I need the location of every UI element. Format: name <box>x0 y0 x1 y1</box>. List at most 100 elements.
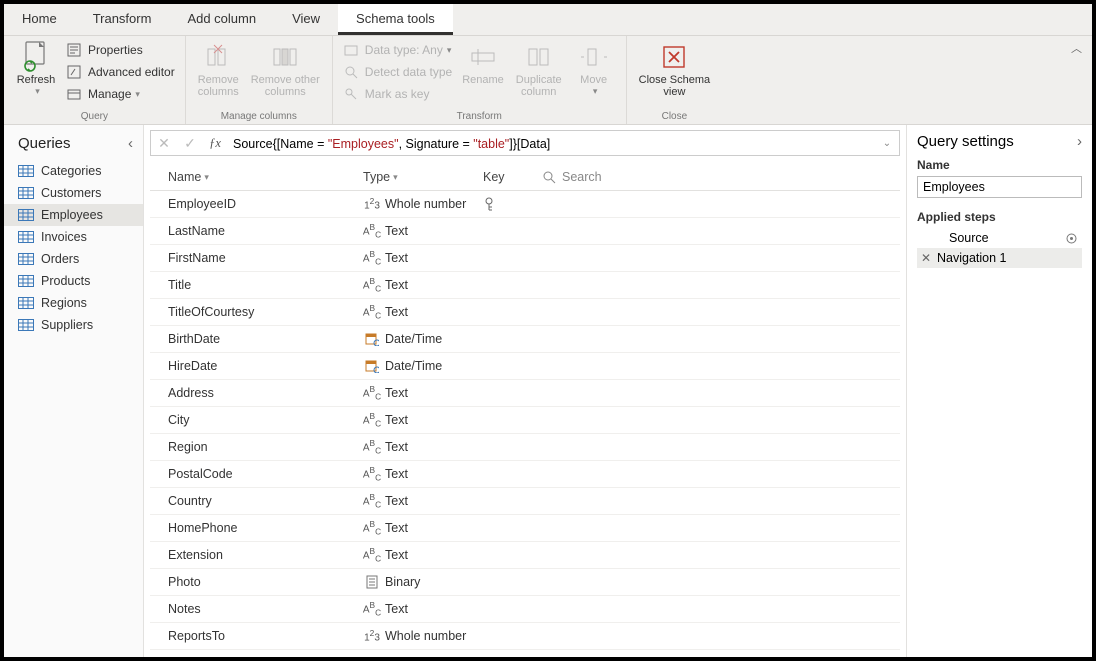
tab-view[interactable]: View <box>274 4 338 35</box>
refresh-button[interactable]: Refresh ▾ <box>10 39 62 99</box>
properties-button[interactable]: Properties <box>62 39 179 61</box>
cancel-formula-button[interactable]: ✕ <box>151 135 177 152</box>
gear-icon[interactable] <box>1065 232 1078 245</box>
tab-transform[interactable]: Transform <box>75 4 170 35</box>
schema-row[interactable]: EmployeeID123Whole number <box>150 191 900 218</box>
close-schema-view-button[interactable]: Close Schema view <box>633 39 717 100</box>
schema-row[interactable]: TitleABCText <box>150 272 900 299</box>
schema-row[interactable]: ReportsTo123Whole number <box>150 623 900 650</box>
fx-icon[interactable]: ƒx <box>203 136 227 151</box>
type-icon: ABC <box>363 303 381 320</box>
query-item-employees[interactable]: Employees <box>4 204 143 226</box>
query-item-orders[interactable]: Orders <box>4 248 143 270</box>
chevron-down-icon: ▾ <box>593 86 598 97</box>
rename-button: Rename <box>456 39 510 88</box>
table-icon <box>18 297 34 309</box>
detect-data-type-button: Detect data type <box>339 61 456 83</box>
type-icon: ABC <box>363 600 381 617</box>
collapse-queries-button[interactable]: ‹ <box>128 135 133 152</box>
schema-columns-header: Name▾ Type▾ Key Search <box>150 164 900 191</box>
manage-button[interactable]: Manage ▾ <box>62 83 179 105</box>
column-name: TitleOfCourtesy <box>168 305 363 319</box>
formula-text[interactable]: Source{[Name = "Employees", Signature = … <box>227 136 875 151</box>
type-icon: 123 <box>363 196 381 211</box>
manage-icon <box>66 86 82 102</box>
schema-row[interactable]: ExtensionABCText <box>150 542 900 569</box>
type-icon: ABC <box>363 519 381 536</box>
column-type: ABCText <box>363 465 483 482</box>
type-icon: ABC <box>363 438 381 455</box>
formula-bar: ✕ ✓ ƒx Source{[Name = "Employees", Signa… <box>150 130 900 156</box>
column-type: ABCText <box>363 600 483 617</box>
column-name: Address <box>168 386 363 400</box>
tab-home[interactable]: Home <box>4 4 75 35</box>
column-type: ABCText <box>363 546 483 563</box>
group-label-query: Query <box>10 111 179 124</box>
collapse-settings-button[interactable]: › <box>1077 133 1082 150</box>
schema-row[interactable]: HomePhoneABCText <box>150 515 900 542</box>
query-item-customers[interactable]: Customers <box>4 182 143 204</box>
schema-row[interactable]: NotesABCText <box>150 596 900 623</box>
column-type: ABCText <box>363 222 483 239</box>
remove-columns-icon <box>202 41 234 73</box>
query-settings-title: Query settings <box>917 133 1014 150</box>
schema-row[interactable]: CountryABCText <box>150 488 900 515</box>
column-type: ABCText <box>363 492 483 509</box>
column-name-header[interactable]: Name▾ <box>168 170 363 184</box>
column-name: LastName <box>168 224 363 238</box>
commit-formula-button[interactable]: ✓ <box>177 135 203 152</box>
duplicate-icon <box>523 41 555 73</box>
type-icon <box>363 332 381 346</box>
type-icon <box>363 575 381 589</box>
group-label-close: Close <box>633 111 717 124</box>
rename-icon <box>467 41 499 73</box>
schema-row[interactable]: AddressABCText <box>150 380 900 407</box>
move-button: Move ▾ <box>568 39 620 99</box>
tab-schema-tools[interactable]: Schema tools <box>338 4 453 35</box>
search-icon <box>543 171 556 184</box>
query-item-suppliers[interactable]: Suppliers <box>4 314 143 336</box>
schema-row[interactable]: CityABCText <box>150 407 900 434</box>
sort-caret-icon: ▾ <box>204 172 209 183</box>
schema-row[interactable]: TitleOfCourtesyABCText <box>150 299 900 326</box>
type-icon: ABC <box>363 276 381 293</box>
schema-row[interactable]: BirthDateDate/Time <box>150 326 900 353</box>
expand-formula-button[interactable]: ⌄ <box>875 138 899 149</box>
mark-as-key-button: Mark as key <box>339 83 456 105</box>
schema-row[interactable]: LastNameABCText <box>150 218 900 245</box>
schema-row[interactable]: HireDateDate/Time <box>150 353 900 380</box>
schema-rows[interactable]: EmployeeID123Whole numberLastNameABCText… <box>150 191 900 657</box>
query-item-categories[interactable]: Categories <box>4 160 143 182</box>
column-type: ABCText <box>363 384 483 401</box>
column-type-header[interactable]: Type▾ <box>363 170 483 184</box>
query-name-input[interactable] <box>917 176 1082 198</box>
query-item-products[interactable]: Products <box>4 270 143 292</box>
column-name: Country <box>168 494 363 508</box>
schema-row[interactable]: RegionABCText <box>150 434 900 461</box>
advanced-editor-button[interactable]: Advanced editor <box>62 61 179 83</box>
schema-row[interactable]: PhotoBinary <box>150 569 900 596</box>
tab-add-column[interactable]: Add column <box>169 4 274 35</box>
applied-step[interactable]: Source <box>917 228 1082 248</box>
type-icon: ABC <box>363 546 381 563</box>
type-icon: ABC <box>363 249 381 266</box>
schema-row[interactable]: PostalCodeABCText <box>150 461 900 488</box>
column-name: ReportsTo <box>168 629 363 643</box>
query-item-invoices[interactable]: Invoices <box>4 226 143 248</box>
column-type: Date/Time <box>363 332 483 346</box>
column-type: ABCText <box>363 438 483 455</box>
delete-step-icon[interactable]: ✕ <box>921 251 935 265</box>
search-input[interactable]: Search <box>543 170 888 184</box>
type-icon <box>363 359 381 373</box>
applied-step[interactable]: ✕Navigation 1 <box>917 248 1082 268</box>
type-icon: ABC <box>363 384 381 401</box>
schema-row[interactable]: FirstNameABCText <box>150 245 900 272</box>
query-settings-pane: Query settings › Name Applied steps Sour… <box>906 125 1092 657</box>
move-icon <box>578 41 610 73</box>
query-item-regions[interactable]: Regions <box>4 292 143 314</box>
refresh-icon <box>20 41 52 73</box>
collapse-ribbon-button[interactable]: ︿ <box>1071 40 1082 56</box>
column-name: PostalCode <box>168 467 363 481</box>
column-type: ABCText <box>363 303 483 320</box>
column-name: City <box>168 413 363 427</box>
